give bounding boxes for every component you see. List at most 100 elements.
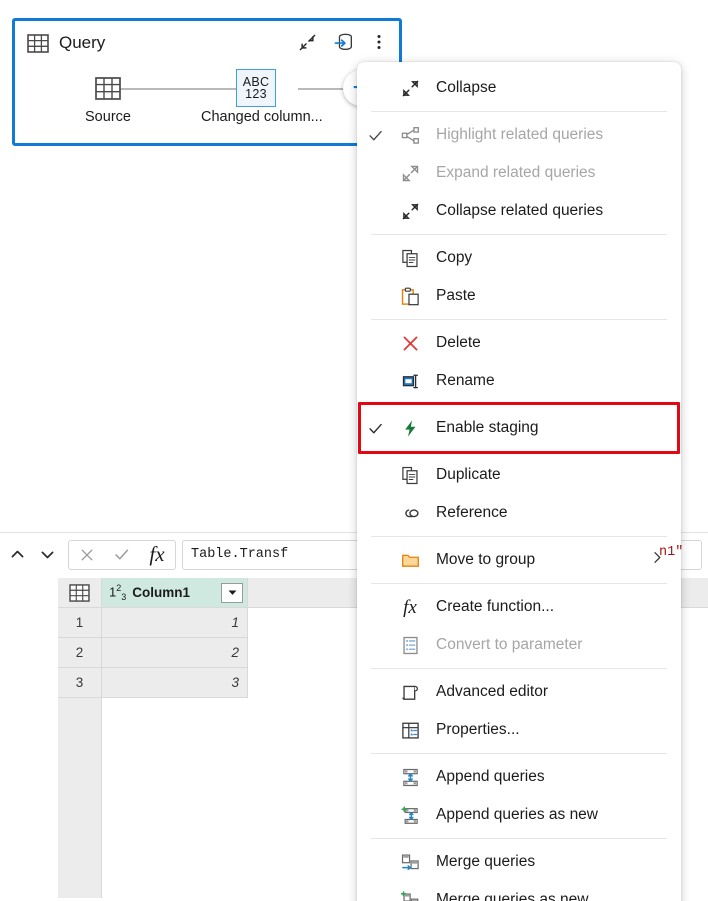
menu-item-duplicate[interactable]: Duplicate bbox=[357, 456, 681, 494]
parameter-icon bbox=[393, 636, 427, 655]
chevron-up-icon[interactable] bbox=[2, 540, 32, 570]
step-changed-column[interactable]: ABC 123 Changed column... bbox=[201, 69, 323, 125]
menu-item-label: Merge queries bbox=[436, 853, 536, 870]
row-number: 3 bbox=[58, 668, 102, 698]
menu-item-append-queries-as-new[interactable]: Append queries as new bbox=[357, 796, 681, 834]
fx-icon: fx bbox=[403, 596, 417, 618]
reference-link-icon bbox=[393, 504, 427, 523]
menu-item-create-function[interactable]: fx Create function... bbox=[357, 588, 681, 626]
menu-item-delete[interactable]: Delete bbox=[357, 324, 681, 362]
query-card[interactable]: Query Source ABC 123 Changed column... bbox=[12, 18, 402, 146]
table-icon bbox=[53, 69, 163, 107]
close-icon[interactable] bbox=[69, 541, 104, 569]
advanced-editor-icon bbox=[393, 683, 427, 702]
menu-separator bbox=[371, 451, 667, 452]
share-nodes-icon bbox=[393, 126, 427, 145]
rename-icon bbox=[393, 372, 427, 391]
check-icon bbox=[357, 420, 393, 437]
menu-item-label: Collapse bbox=[436, 79, 497, 96]
row-number: 2 bbox=[58, 638, 102, 668]
menu-item-label: Paste bbox=[436, 287, 476, 304]
query-card-header-actions bbox=[295, 30, 391, 54]
staging-database-icon[interactable] bbox=[331, 30, 355, 54]
menu-separator bbox=[371, 753, 667, 754]
menu-item-label: Merge queries as new bbox=[436, 891, 589, 901]
menu-item-copy[interactable]: Copy bbox=[357, 239, 681, 277]
step-label: Changed column... bbox=[201, 109, 323, 125]
folder-icon bbox=[393, 551, 427, 570]
menu-item-properties[interactable]: Properties... bbox=[357, 711, 681, 749]
step-label: Source bbox=[85, 109, 131, 125]
app-root: Query Source ABC 123 Changed column... f… bbox=[0, 0, 708, 901]
collapse-icon[interactable] bbox=[295, 30, 319, 54]
menu-item-label: Append queries bbox=[436, 768, 545, 785]
more-options-icon[interactable] bbox=[367, 30, 391, 54]
append-queries-as-new-icon bbox=[393, 805, 427, 825]
menu-separator bbox=[371, 668, 667, 669]
menu-separator bbox=[371, 583, 667, 584]
menu-item-highlight-related-queries: Highlight related queries bbox=[357, 116, 681, 154]
menu-item-label: Delete bbox=[436, 334, 481, 351]
fx-icon: fx bbox=[149, 542, 165, 566]
menu-item-label: Copy bbox=[436, 249, 473, 266]
menu-item-merge-queries-as-new[interactable]: Merge queries as new bbox=[357, 881, 681, 901]
chevron-down-icon[interactable] bbox=[32, 540, 62, 570]
cell-column1[interactable]: 3 bbox=[102, 668, 248, 698]
menu-item-convert-to-parameter: Convert to parameter bbox=[357, 626, 681, 664]
copy-icon bbox=[393, 249, 427, 268]
menu-item-label: Move to group bbox=[436, 551, 536, 568]
menu-item-collapse-related-queries[interactable]: Collapse related queries bbox=[357, 192, 681, 230]
formula-actions: fx bbox=[68, 539, 176, 570]
chevron-down-icon[interactable] bbox=[221, 582, 243, 603]
menu-item-rename[interactable]: Rename bbox=[357, 362, 681, 400]
menu-separator bbox=[371, 111, 667, 112]
menu-separator bbox=[371, 838, 667, 839]
properties-icon bbox=[393, 721, 427, 740]
menu-item-collapse[interactable]: Collapse bbox=[357, 69, 681, 107]
query-card-header: Query bbox=[15, 21, 399, 65]
number-type-icon: 123 bbox=[109, 583, 127, 602]
query-steps-row: Source ABC 123 Changed column... + bbox=[15, 63, 399, 143]
menu-item-label: Convert to parameter bbox=[436, 636, 583, 653]
menu-item-append-queries[interactable]: Append queries bbox=[357, 758, 681, 796]
menu-item-label: Highlight related queries bbox=[436, 126, 604, 143]
menu-item-move-to-group[interactable]: Move to group bbox=[357, 541, 681, 579]
menu-item-reference[interactable]: Reference bbox=[357, 494, 681, 532]
cell-column1[interactable]: 2 bbox=[102, 638, 248, 668]
check-icon[interactable] bbox=[104, 541, 139, 569]
menu-item-enable-staging[interactable]: Enable staging bbox=[357, 409, 681, 447]
collapse-icon bbox=[393, 79, 427, 98]
menu-separator bbox=[371, 234, 667, 235]
menu-item-label: Expand related queries bbox=[436, 164, 596, 181]
menu-item-label: Create function... bbox=[436, 598, 555, 615]
menu-item-paste[interactable]: Paste bbox=[357, 277, 681, 315]
merge-queries-icon bbox=[393, 853, 427, 872]
formula-text: Table.Transf bbox=[191, 547, 289, 562]
formula-text-tail: n1" bbox=[659, 545, 684, 560]
abc-123-icon: ABC 123 bbox=[201, 69, 311, 107]
delete-x-icon bbox=[393, 334, 427, 353]
column-header-label: Column1 bbox=[132, 585, 191, 600]
menu-item-label: Reference bbox=[436, 504, 508, 521]
menu-item-label: Rename bbox=[436, 372, 495, 389]
menu-item-merge-queries[interactable]: Merge queries bbox=[357, 843, 681, 881]
menu-item-label: Duplicate bbox=[436, 466, 501, 483]
check-icon bbox=[357, 127, 393, 144]
menu-item-label: Enable staging bbox=[436, 419, 539, 436]
menu-item-expand-related-queries: Expand related queries bbox=[357, 154, 681, 192]
row-number-gutter bbox=[58, 698, 102, 898]
paste-icon bbox=[393, 287, 427, 306]
table-icon[interactable] bbox=[58, 578, 102, 608]
step-source[interactable]: Source bbox=[53, 69, 163, 125]
column-header-column1[interactable]: 123 Column1 bbox=[102, 578, 248, 608]
lightning-bolt-icon bbox=[393, 419, 427, 438]
query-context-menu[interactable]: Collapse Highlight related queries Expan… bbox=[357, 62, 681, 901]
cell-column1[interactable]: 1 bbox=[102, 608, 248, 638]
append-queries-icon bbox=[393, 768, 427, 787]
menu-separator bbox=[371, 536, 667, 537]
row-number: 1 bbox=[58, 608, 102, 638]
expand-icon bbox=[393, 164, 427, 183]
menu-item-advanced-editor[interactable]: Advanced editor bbox=[357, 673, 681, 711]
query-card-title: Query bbox=[59, 33, 106, 52]
menu-item-label: Collapse related queries bbox=[436, 202, 604, 219]
